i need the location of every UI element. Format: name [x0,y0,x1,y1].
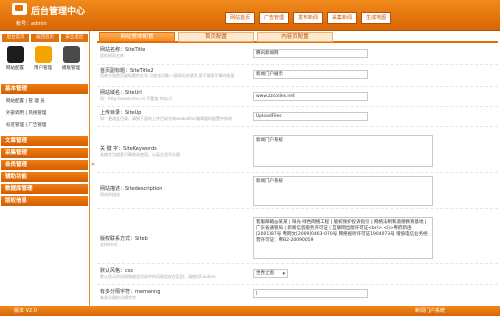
nav-generate-map[interactable]: 生成地图 [361,12,392,24]
field-hint: 您的网站名称 [100,53,124,58]
field-hint: 支持html [100,242,118,247]
field-label: 网站域名：SiteUrl [100,90,142,96]
quick-tools: 后台首页 返回首页 安全退出 [2,34,88,42]
logout-button[interactable]: 安全退出 [60,34,88,42]
top-header: 后台管理中心 帐号：admin 网站首页 广告管理 发布新闻 采集新闻 生成地图 [0,0,500,31]
admin-home-button[interactable]: 后台首页 [2,34,30,42]
shortcut-label: 网站配置 [6,66,24,71]
nav-publish-news[interactable]: 发布新闻 [293,12,324,24]
shortcut-label: 用户管理 [34,66,52,71]
nav-collect-news[interactable]: 采集新闻 [327,12,358,24]
nav-site-home[interactable]: 网站首页 [225,12,256,24]
basic-item[interactable]: 外部调用 | 风格管理 [6,110,46,116]
copyright-textarea[interactable]: 客服邮箱@某某 | 阳光·绿色网络工程 | 版权保护投诉指引 | 网络法制和道德… [253,217,433,259]
field-row: 网站域名：SiteUrl 如：http://www.cms.cn 不要加 htt… [97,87,498,107]
shortcut-site-config[interactable]: 网站配置 [3,46,27,74]
basic-item[interactable]: 网站配置 | 管 理 员 [6,98,45,104]
section-auxiliary[interactable]: 辅助功能 [1,172,88,182]
field-hint: 用来分组首页副标题的文字,可放也可能一组网站关键字,用于搜索引擎的收录 [100,73,235,78]
description-textarea[interactable]: 新闻门户系统 [253,176,433,206]
field-hint: 如：http://www.cms.cn 不要加 http:// [100,96,172,101]
status-bar: 版本 V2.0 新闻门户系统 [0,306,500,316]
top-nav: 网站首页 广告管理 发布新闻 采集新闻 生成地图 [225,12,392,24]
config-tabs: 网站整体配置 首页配置 内容页配置 [97,32,498,43]
template-manage-icon [62,46,80,63]
admin-window: 后台管理中心 帐号：admin 网站首页 广告管理 发布新闻 采集新闻 生成地图… [0,0,500,316]
version-label: 版本 V2.0 [14,308,37,314]
collapse-arrow-icon[interactable]: « [90,160,96,170]
shortcut-label: 模板管理 [62,66,80,71]
section-copyright[interactable]: 版权信息 [1,196,88,206]
section-member[interactable]: 会员管理 [1,160,88,170]
app-logo-icon [12,3,27,15]
site-title-input[interactable]: 腾讯新闻网 [253,49,368,58]
section-basic[interactable]: 基本管理 [1,84,88,94]
account-label: 帐号：admin [16,21,47,27]
return-home-button[interactable]: 返回首页 [31,34,59,42]
shortcut-user-manage[interactable]: 用户管理 [31,46,55,74]
field-row: 版权联系方式：Siteb 支持html 客服邮箱@某某 | 阳光·绿色网络工程 … [97,209,498,264]
field-label: 网站名称：SiteTitle [100,47,146,53]
site-url-input[interactable]: www.zzcodes.net [253,92,368,101]
field-hint: 关键字为搜索引擎收录使用，以英文逗号分隔 [100,152,180,157]
field-label: 版权联系方式：Siteb [100,236,148,242]
tab-content-config[interactable]: 内容页配置 [257,32,333,42]
shortcut-template-manage[interactable]: 模板管理 [59,46,83,74]
nav-ad-manage[interactable]: 广告管理 [259,12,290,24]
site-subtitle-input[interactable]: 新闻门户展示 [253,70,368,79]
field-hint: 默认显示的风格和被会员选中的风格会存在区别，请使用Cookies [100,274,216,279]
field-label: 网站描述：Sitedescription [100,186,163,192]
basic-item[interactable]: 标签管理 | 广告管理 [6,122,46,128]
sidebar: 后台首页 返回首页 安全退出 网站配置 用户管理 模板管理 基本管理 网站配置 … [0,31,90,306]
field-row: 关 键 字：SiteKeywords 关键字为搜索引擎收录使用，以英文逗号分隔 … [97,127,498,173]
site-config-icon [6,46,24,63]
user-manage-icon [34,46,52,63]
section-article[interactable]: 文章管理 [1,136,88,146]
config-form: 网站名称：SiteTitle 您的网站名称 腾讯新闻网 首页副标题：SiteTi… [97,45,498,303]
field-label: 上传目录：SiteUp [100,110,142,116]
section-database[interactable]: 数据库管理 [1,184,88,194]
field-label: 有多分隔字符：memanng [100,289,161,295]
separator-input[interactable]: | [253,289,368,298]
tab-site-config[interactable]: 网站整体配置 [99,32,175,42]
upload-dir-input[interactable]: UploadFiles [253,112,368,121]
style-select[interactable]: 世界之窗 [253,269,288,278]
system-name: 新闻门户系统 [415,308,446,314]
field-row: 首页副标题：SiteTitle2 用来分组首页副标题的文字,可放也可能一组网站关… [97,65,498,87]
field-row: 有多分隔字符：memanng 有多分隔的分隔字符 | [97,285,498,303]
field-row: 网站名称：SiteTitle 您的网站名称 腾讯新闻网 [97,45,498,65]
app-title: 后台管理中心 [31,7,86,17]
field-hint: 网站的描述 [100,192,120,197]
field-label: 关 键 字：SiteKeywords [100,146,157,152]
shortcut-icons: 网站配置 用户管理 模板管理 [3,46,83,74]
field-hint: 如：更改此目录，请到下面的上传目录名和webeditor编辑器的配置中修改 [100,116,233,121]
section-collect[interactable]: 采集管理 [1,148,88,158]
keywords-textarea[interactable]: 新闻门户系统 [253,135,433,167]
field-label: 默认风格：css [100,268,133,274]
field-row: 上传目录：SiteUp 如：更改此目录，请到下面的上传目录名和webeditor… [97,107,498,127]
field-row: 网站描述：Sitedescription 网站的描述 新闻门户系统 [97,173,498,209]
field-hint: 有多分隔的分隔字符 [100,295,136,300]
field-row: 默认风格：css 默认显示的风格和被会员选中的风格会存在区别，请使用Cookie… [97,264,498,285]
tab-home-config[interactable]: 首页配置 [178,32,254,42]
